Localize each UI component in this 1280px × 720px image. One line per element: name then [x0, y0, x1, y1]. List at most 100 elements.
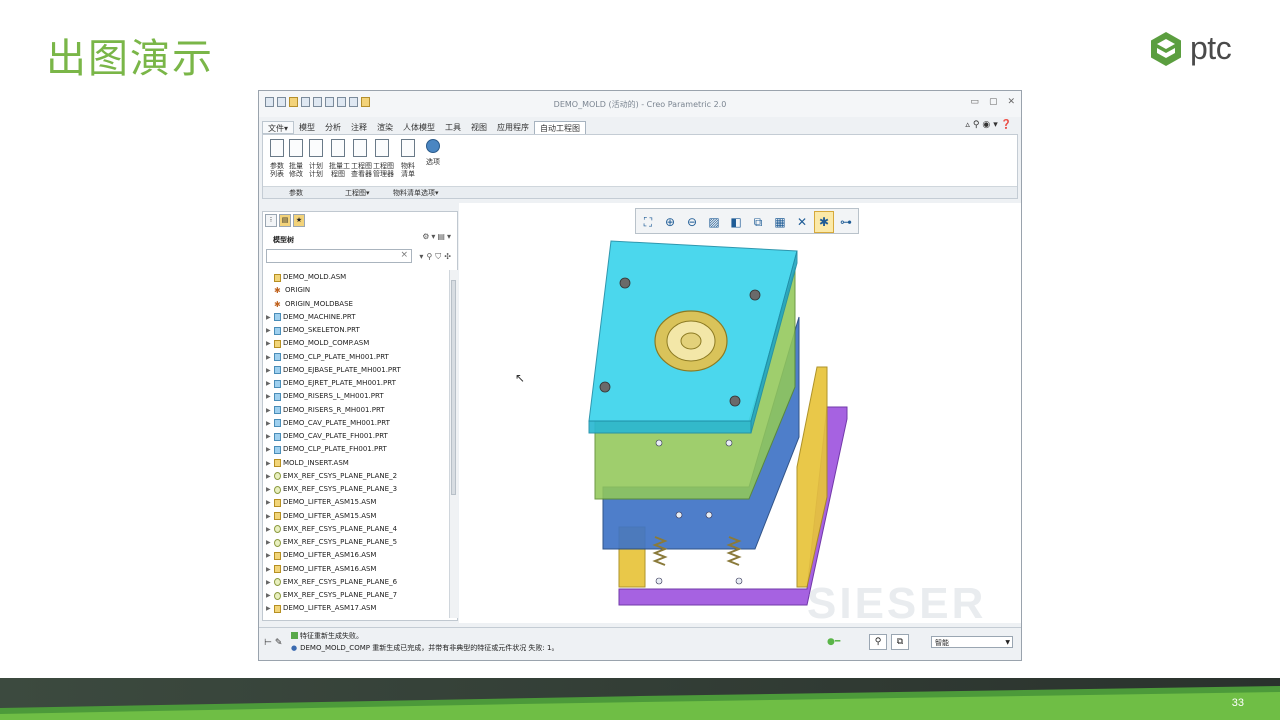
batch-drawing-button[interactable]: 批量工 程图 — [329, 139, 350, 178]
expand-arrow-icon[interactable]: ▶ — [266, 576, 274, 589]
zoom-in-icon[interactable]: ⊕ — [660, 211, 680, 233]
expand-arrow-icon[interactable]: ▶ — [266, 324, 274, 337]
expand-arrow-icon[interactable]: ▶ — [266, 364, 274, 377]
annotation-display-icon[interactable]: ⊶ — [836, 211, 856, 233]
tab-model[interactable]: 模型 — [294, 121, 320, 134]
tab-applications[interactable]: 应用程序 — [492, 121, 534, 134]
regen-status-icon[interactable]: ●━ — [827, 637, 840, 647]
tree-item[interactable]: ▶ EMX_REF_CSYS_PLANE_PLANE_5 — [266, 536, 448, 549]
tree-item[interactable]: ▶ DEMO_LIFTER_ASM15.ASM — [266, 496, 448, 509]
batch-modify-button[interactable]: 批量 修改 — [287, 139, 305, 178]
drawing-viewer-button[interactable]: 工程图 查看器 — [351, 139, 372, 178]
tree-item[interactable]: ✱ ORIGIN_MOLDBASE — [266, 298, 448, 311]
tree-item[interactable]: ▶ DEMO_CLP_PLATE_MH001.PRT — [266, 351, 448, 364]
expand-arrow-icon[interactable]: ▶ — [266, 404, 274, 417]
display-style-icon[interactable]: ◧ — [726, 211, 746, 233]
expand-arrow-icon[interactable]: ▶ — [266, 351, 274, 364]
tree-item[interactable]: ▶ DEMO_SKELETON.PRT — [266, 324, 448, 337]
tree-item[interactable]: ▶ DEMO_CLP_PLATE_FH001.PRT — [266, 443, 448, 456]
tab-model-tree[interactable]: ⁝ — [265, 214, 277, 227]
spin-center-icon[interactable]: ✱ — [814, 211, 834, 233]
tree-item[interactable]: ▶ EMX_REF_CSYS_PLANE_PLANE_6 — [266, 576, 448, 589]
expand-arrow-icon[interactable]: ▶ — [266, 496, 274, 509]
expand-arrow-icon[interactable]: ▶ — [266, 589, 274, 602]
group-params[interactable]: 参数 — [289, 188, 303, 198]
filter-tools[interactable]: ▾⚲⛉✣ — [419, 252, 454, 262]
view-manager-icon[interactable]: ▦ — [770, 211, 790, 233]
expand-arrow-icon[interactable]: ▶ — [266, 549, 274, 562]
tree-item[interactable]: ▶ DEMO_RISERS_R_MH001.PRT — [266, 404, 448, 417]
tree-item[interactable]: ▶ DEMO_LIFTER_ASM17.ASM — [266, 602, 448, 615]
tab-annotate[interactable]: 注释 — [346, 121, 372, 134]
refit-icon[interactable]: ⛶ — [638, 211, 658, 233]
expand-arrow-icon[interactable]: ▶ — [266, 563, 274, 576]
group-bom[interactable]: 物料清单 — [393, 188, 421, 198]
tree-item[interactable]: ▶ DEMO_MACHINE.PRT — [266, 311, 448, 324]
group-options[interactable]: 选项▾ — [421, 188, 439, 198]
tree-scrollbar[interactable] — [449, 270, 458, 618]
status-left-icons[interactable]: ⊢✎ — [264, 638, 285, 648]
param-list-button[interactable]: 参数 列表 — [268, 139, 286, 178]
expand-arrow-icon[interactable]: ▶ — [266, 470, 274, 483]
zoom-out-icon[interactable]: ⊖ — [682, 211, 702, 233]
scroll-thumb[interactable] — [451, 280, 456, 495]
find-icon[interactable]: ⚲ — [869, 634, 887, 650]
expand-arrow-icon[interactable]: ▶ — [266, 390, 274, 403]
tree-item[interactable]: DEMO_MOLD.ASM — [266, 271, 448, 284]
tree-item[interactable]: ▶ DEMO_EJBASE_PLATE_MH001.PRT — [266, 364, 448, 377]
minimize-icon[interactable]: ▭ — [970, 97, 979, 107]
expand-arrow-icon[interactable]: ▶ — [266, 443, 274, 456]
mold-assembly-3d[interactable] — [459, 237, 859, 617]
tree-item[interactable]: ▶ EMX_REF_CSYS_PLANE_PLANE_4 — [266, 523, 448, 536]
expand-arrow-icon[interactable]: ▶ — [266, 430, 274, 443]
tree-item[interactable]: ▶ DEMO_LIFTER_ASM16.ASM — [266, 549, 448, 562]
clear-filter-icon[interactable]: × — [400, 250, 408, 260]
tree-item[interactable]: ▶ DEMO_LIFTER_ASM16.ASM — [266, 563, 448, 576]
help-icons[interactable]: ▵⚲◉▾❓ — [965, 120, 1015, 130]
expand-arrow-icon[interactable]: ▶ — [266, 510, 274, 523]
expand-arrow-icon[interactable]: ▶ — [266, 523, 274, 536]
tree-filter-input[interactable]: × — [266, 249, 412, 263]
drawing-manager-button[interactable]: 工程图 管理器 — [373, 139, 394, 178]
saved-orientations-icon[interactable]: ⧉ — [748, 211, 768, 233]
tab-auto-drawing[interactable]: 自动工程图 — [534, 121, 587, 134]
datum-display-icon[interactable]: ✕ — [792, 211, 812, 233]
expand-arrow-icon[interactable]: ▶ — [266, 602, 274, 615]
copy-icon[interactable]: ⧉ — [891, 634, 909, 650]
tree-item[interactable]: ▶ DEMO_CAV_PLATE_MH001.PRT — [266, 417, 448, 430]
tab-view[interactable]: 视图 — [466, 121, 492, 134]
tree-item[interactable]: ✱ ORIGIN — [266, 284, 448, 297]
tree-tools[interactable]: ⚙▾▤▾ — [422, 232, 453, 241]
tab-manikin[interactable]: 人体模型 — [398, 121, 440, 134]
repaint-icon[interactable]: ▨ — [704, 211, 724, 233]
expand-arrow-icon[interactable]: ▶ — [266, 377, 274, 390]
plan-button[interactable]: 计划 计划 — [307, 139, 325, 178]
expand-arrow-icon[interactable]: ▶ — [266, 483, 274, 496]
tree-item[interactable]: ▶ DEMO_MOLD_COMP.ASM — [266, 337, 448, 350]
bom-button[interactable]: 物料 清单 — [399, 139, 417, 178]
tab-tools[interactable]: 工具 — [440, 121, 466, 134]
maximize-icon[interactable]: ▢ — [989, 97, 998, 107]
tree-item[interactable]: ▶ DEMO_EJRET_PLATE_MH001.PRT — [266, 377, 448, 390]
expand-arrow-icon[interactable]: ▶ — [266, 457, 274, 470]
tree-item[interactable]: ▶ DEMO_LIFTER_ASM15.ASM — [266, 510, 448, 523]
tab-folder[interactable]: ▤ — [279, 214, 291, 227]
tree-item[interactable]: ▶ MOLD_INSERT.ASM — [266, 457, 448, 470]
expand-arrow-icon[interactable]: ▶ — [266, 311, 274, 324]
selection-filter-select[interactable]: 智能 ▼ — [931, 636, 1013, 648]
tab-favorites[interactable]: ★ — [293, 214, 305, 227]
tree-item[interactable]: ▶ EMX_REF_CSYS_PLANE_PLANE_7 — [266, 589, 448, 602]
tab-analysis[interactable]: 分析 — [320, 121, 346, 134]
tree-item[interactable]: ▶ EMX_REF_CSYS_PLANE_PLANE_3 — [266, 483, 448, 496]
close-icon[interactable]: ✕ — [1007, 97, 1015, 107]
tab-render[interactable]: 渲染 — [372, 121, 398, 134]
options-button[interactable]: 选项 — [424, 139, 442, 166]
tab-file[interactable]: 文件▾ — [262, 121, 295, 134]
expand-arrow-icon[interactable]: ▶ — [266, 337, 274, 350]
tree-item[interactable]: ▶ DEMO_CAV_PLATE_FH001.PRT — [266, 430, 448, 443]
expand-arrow-icon[interactable]: ▶ — [266, 417, 274, 430]
tree-item[interactable]: ▶ EMX_REF_CSYS_PLANE_PLANE_2 — [266, 470, 448, 483]
group-drawing[interactable]: 工程图▾ — [345, 188, 370, 198]
tree-item[interactable]: ▶ DEMO_RISERS_L_MH001.PRT — [266, 390, 448, 403]
expand-arrow-icon[interactable]: ▶ — [266, 536, 274, 549]
